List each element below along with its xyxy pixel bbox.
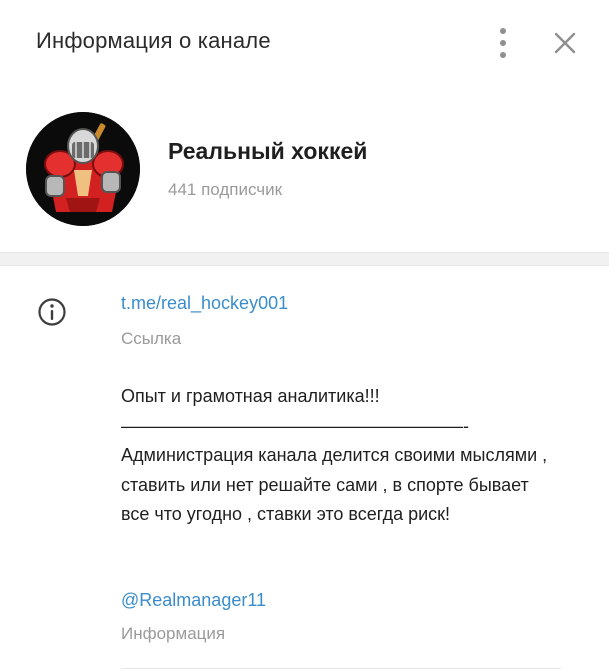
bottom-divider — [121, 668, 561, 669]
hockey-player-avatar — [26, 112, 140, 226]
link-label: Ссылка — [121, 329, 182, 348]
more-vertical-icon-dot — [500, 40, 506, 46]
admin-username-link[interactable]: @Realmanager11 — [121, 590, 266, 611]
more-menu-button[interactable] — [490, 26, 516, 60]
channel-info-dialog: Информация о канале Реальный хоккей 441 … — [0, 0, 609, 672]
close-button[interactable] — [550, 28, 580, 58]
more-vertical-icon — [500, 28, 506, 34]
subscriber-count: 441 подписчик — [168, 180, 283, 199]
dialog-header: Информация о канале — [0, 0, 609, 86]
channel-name: Реальный хоккей — [168, 138, 368, 164]
username-label: Информация — [121, 624, 226, 643]
dialog-title: Информация о канале — [36, 28, 271, 53]
close-icon — [554, 32, 576, 54]
channel-link[interactable]: t.me/real_hockey001 — [121, 293, 288, 314]
more-vertical-icon-dot-bottom — [500, 52, 506, 58]
section-divider — [0, 252, 609, 266]
channel-description: Опыт и грамотная аналитика!!! ——————————… — [121, 386, 548, 524]
channel-profile: Реальный хоккей 441 подписчик — [0, 86, 609, 252]
channel-avatar[interactable] — [26, 112, 140, 226]
info-icon — [38, 298, 66, 326]
